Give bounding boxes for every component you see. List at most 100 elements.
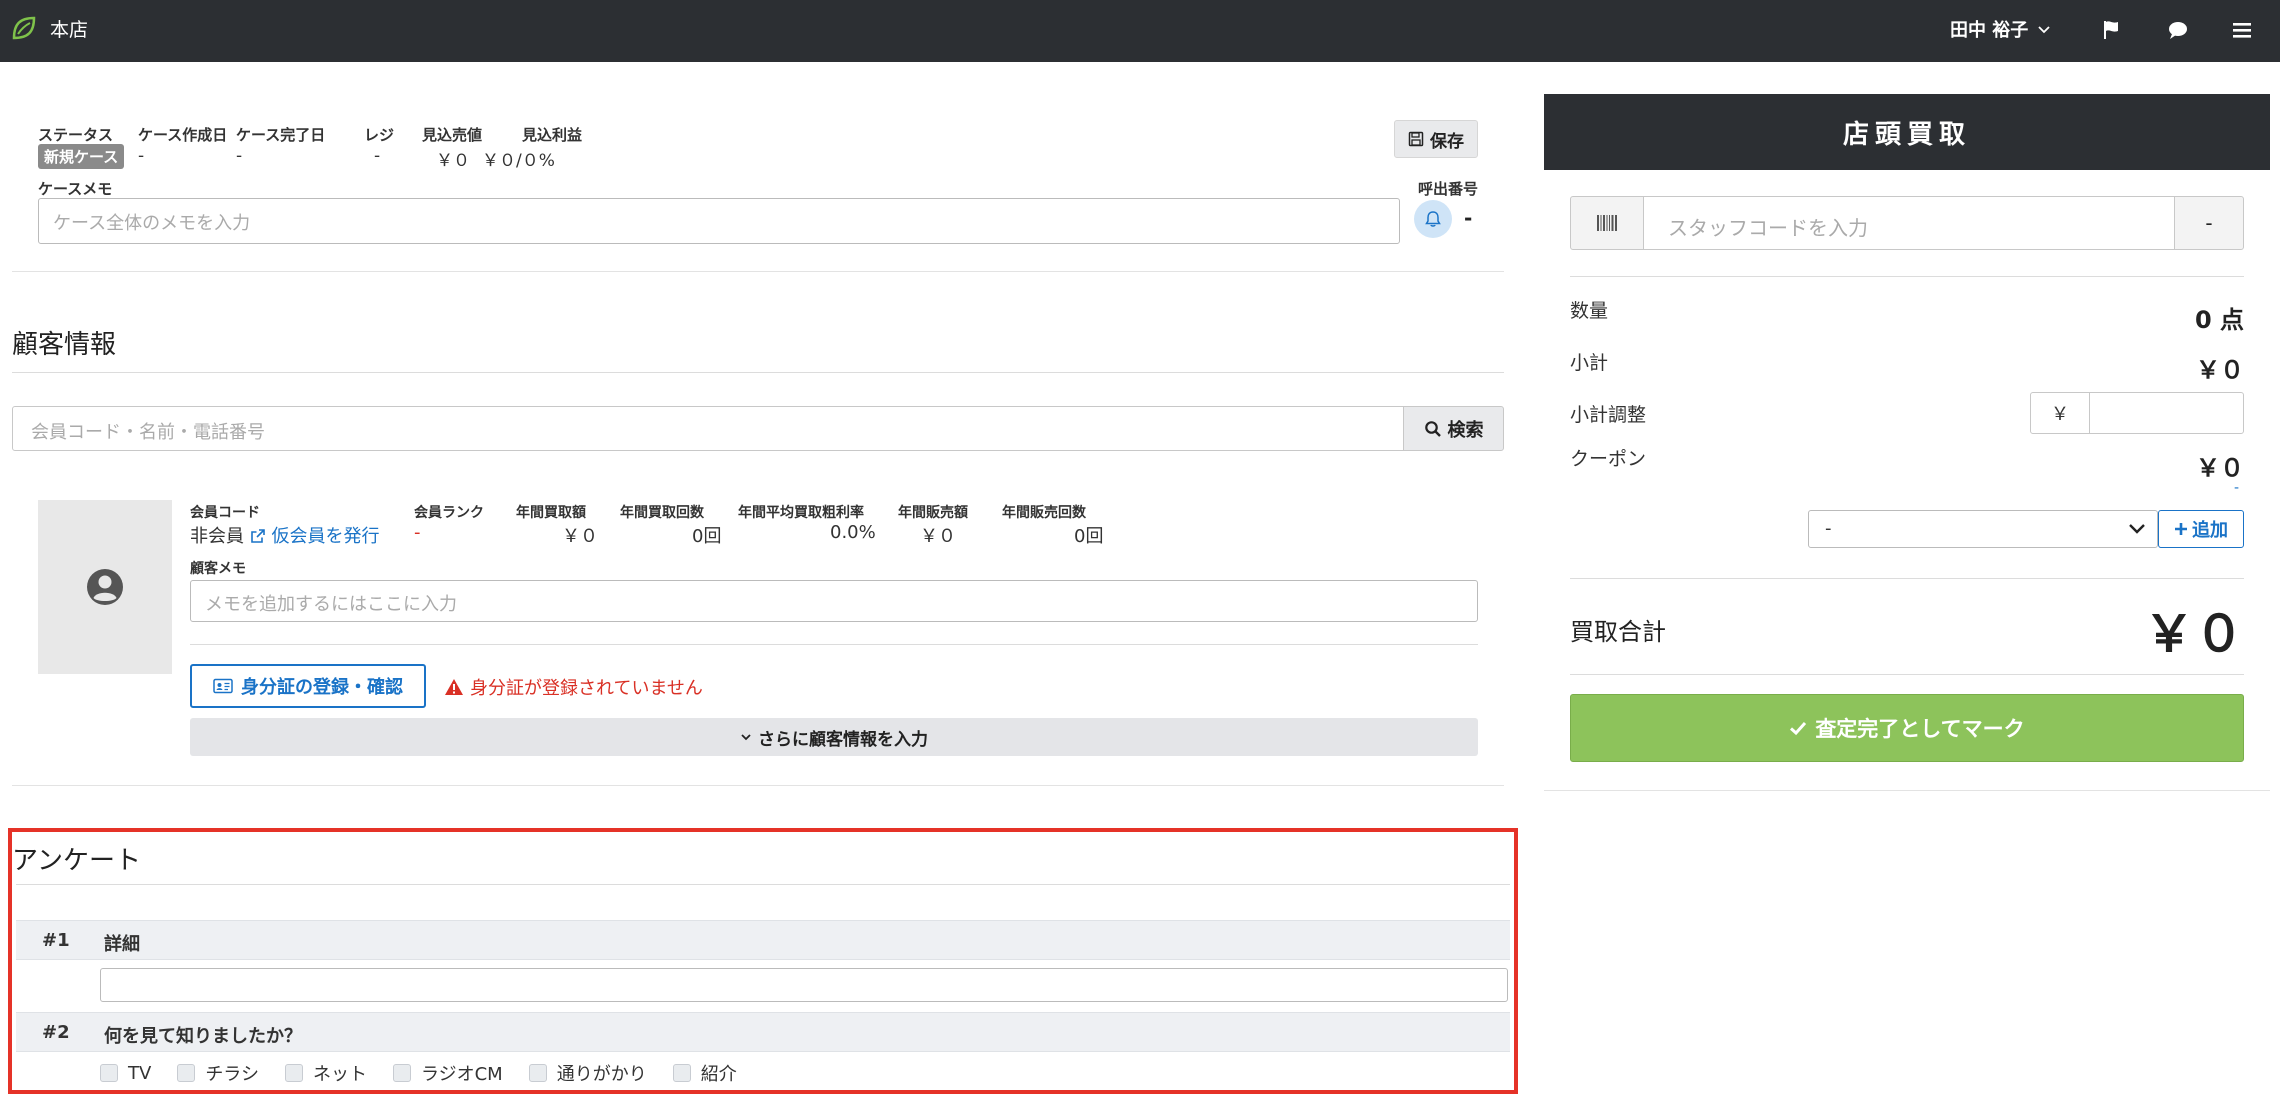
- save-button[interactable]: 保存: [1394, 120, 1478, 158]
- warning-triangle-icon: [445, 679, 463, 695]
- case-summary-card: ステータス ケース作成日 ケース完了日 レジ 見込売値 見込利益 新規ケース -…: [12, 100, 1504, 272]
- staff-code-input[interactable]: スタッフコードを入力: [1643, 196, 2175, 250]
- annual-sales-count-value: 0回: [1074, 526, 1104, 547]
- option-label: TV: [128, 1062, 152, 1084]
- floppy-disk-icon: [1408, 131, 1424, 147]
- id-warning-text: 身分証が登録されていません: [470, 678, 703, 699]
- plus-icon: [2175, 523, 2187, 535]
- flag-icon[interactable]: [2100, 18, 2124, 42]
- avatar: [38, 500, 172, 674]
- survey-option-radio[interactable]: ラジオCM: [392, 1060, 503, 1086]
- staff-code-button[interactable]: -: [2174, 196, 2244, 250]
- more-customer-info-label: さらに顧客情報を入力: [758, 729, 928, 750]
- coupon-label: クーポン: [1570, 448, 1647, 470]
- survey-option-tv[interactable]: TV: [100, 1060, 151, 1086]
- issue-temp-member-label: 仮会員を発行: [271, 526, 380, 547]
- user-menu[interactable]: 田中 裕子: [1950, 16, 2052, 42]
- mark-complete-label: 査定完了としてマーク: [1815, 717, 2025, 741]
- coupon-select[interactable]: -: [1808, 510, 2158, 548]
- checkbox[interactable]: [392, 1064, 411, 1082]
- option-label: 通りがかり: [556, 1064, 647, 1085]
- option-label: チラシ: [205, 1064, 259, 1085]
- panel-divider: [1570, 276, 2244, 277]
- more-customer-info-button[interactable]: さらに顧客情報を入力: [190, 718, 1478, 756]
- survey-detail-input[interactable]: [100, 968, 1508, 1002]
- survey-option-passing[interactable]: 通りがかり: [528, 1060, 647, 1086]
- chevron-down-icon: [2038, 26, 2050, 34]
- external-link-icon: [250, 529, 265, 543]
- search-button-label: 検索: [1447, 419, 1484, 441]
- customer-card: 会員コード 非会員 仮会員を発行 会員ランク - 年間買取額 ￥０ 年間買取回数…: [12, 478, 1504, 786]
- member-code-value: 非会員 仮会員を発行: [190, 522, 379, 548]
- quantity-value: 0 点: [2194, 306, 2244, 334]
- mark-appraisal-complete-button[interactable]: 査定完了としてマーク: [1570, 694, 2244, 762]
- coupon-value: ￥０: [2196, 454, 2244, 482]
- customer-section-title: 顧客情報: [12, 330, 117, 360]
- adjust-currency: ￥: [2030, 392, 2090, 434]
- customer-memo-label: 顧客メモ: [190, 561, 246, 577]
- total-value: ￥０: [2144, 605, 2244, 663]
- register-label: レジ: [364, 126, 395, 144]
- case-memo-input[interactable]: ケース全体のメモを入力: [38, 198, 1400, 244]
- expected-profit-value: ￥０/０%: [482, 151, 555, 171]
- total-label: 買取合計: [1570, 618, 1666, 646]
- leaf-logo-icon[interactable]: [10, 14, 38, 42]
- survey-option-referral[interactable]: 紹介: [672, 1060, 737, 1086]
- register-value: -: [374, 146, 381, 166]
- annual-sales-count-label: 年間販売回数: [1002, 505, 1086, 521]
- question-number: #1: [42, 930, 70, 951]
- annual-margin-label: 年間平均買取粗利率: [738, 505, 864, 521]
- expected-profit-label: 見込利益: [522, 126, 583, 144]
- panel-divider: [1570, 578, 2244, 579]
- subtotal-adjust-input[interactable]: [2089, 392, 2244, 434]
- chat-bubble-icon[interactable]: [2166, 18, 2190, 42]
- annual-buy-amount-label: 年間買取額: [516, 505, 586, 521]
- option-label: 紹介: [700, 1064, 737, 1085]
- store-name[interactable]: 本店: [50, 15, 88, 42]
- survey-section-title: アンケート: [12, 846, 141, 876]
- add-coupon-button[interactable]: 追加: [2158, 510, 2244, 548]
- id-card-icon: [213, 678, 233, 694]
- checkbox[interactable]: [100, 1064, 118, 1082]
- call-number-label: 呼出番号: [1418, 180, 1479, 198]
- created-date-value: -: [138, 146, 145, 166]
- annual-buy-count-label: 年間買取回数: [620, 505, 704, 521]
- id-warning: 身分証が登録されていません: [444, 674, 703, 700]
- option-label: ネット: [312, 1064, 367, 1085]
- completed-date-label: ケース完了日: [236, 126, 326, 144]
- id-register-button[interactable]: 身分証の登録・確認: [190, 664, 426, 708]
- search-icon: [1424, 420, 1441, 437]
- option-label: ラジオCM: [420, 1064, 503, 1085]
- annual-buy-count-value: 0回: [692, 526, 722, 547]
- call-bell-button[interactable]: [1414, 200, 1452, 238]
- bell-icon: [1425, 211, 1441, 227]
- status-label: ステータス: [38, 126, 114, 144]
- checkbox[interactable]: [528, 1064, 547, 1082]
- survey-option-flyer[interactable]: チラシ: [177, 1060, 259, 1086]
- survey-option-net[interactable]: ネット: [284, 1060, 367, 1086]
- save-button-label: 保存: [1430, 131, 1464, 152]
- customer-search-input[interactable]: 会員コード・名前・電話番号: [12, 406, 1404, 451]
- coupon-dash: -: [2234, 480, 2240, 496]
- subtotal-label: 小計: [1570, 352, 1609, 374]
- checkbox[interactable]: [177, 1064, 196, 1082]
- purchase-panel-title: 店頭買取: [1544, 94, 2270, 170]
- member-status: 非会員: [190, 526, 244, 547]
- hamburger-menu-icon[interactable]: [2230, 18, 2254, 42]
- panel-divider: [1570, 674, 2244, 675]
- survey-question-row: #2 何を見て知りましたか？: [16, 1012, 1510, 1052]
- id-register-label: 身分証の登録・確認: [241, 677, 403, 698]
- checkbox[interactable]: [672, 1064, 691, 1082]
- case-memo-label: ケースメモ: [38, 180, 113, 198]
- customer-search-button[interactable]: 検索: [1403, 406, 1504, 451]
- staff-code-row: スタッフコードを入力 -: [1570, 196, 2244, 250]
- checkbox[interactable]: [284, 1064, 303, 1082]
- issue-temp-member-link[interactable]: 仮会員を発行: [250, 526, 380, 547]
- customer-memo-input[interactable]: メモを追加するにはここに入力: [190, 580, 1478, 622]
- member-rank-value: -: [414, 522, 421, 543]
- question-text: 詳細: [104, 934, 140, 955]
- completed-date-value: -: [236, 146, 243, 166]
- check-icon: [1790, 721, 1807, 736]
- barcode-button[interactable]: [1570, 196, 1644, 250]
- survey-section: アンケート #1 詳細 #2 何を見て知りましたか？ TV チラシ ネット ラジ…: [8, 828, 1518, 1094]
